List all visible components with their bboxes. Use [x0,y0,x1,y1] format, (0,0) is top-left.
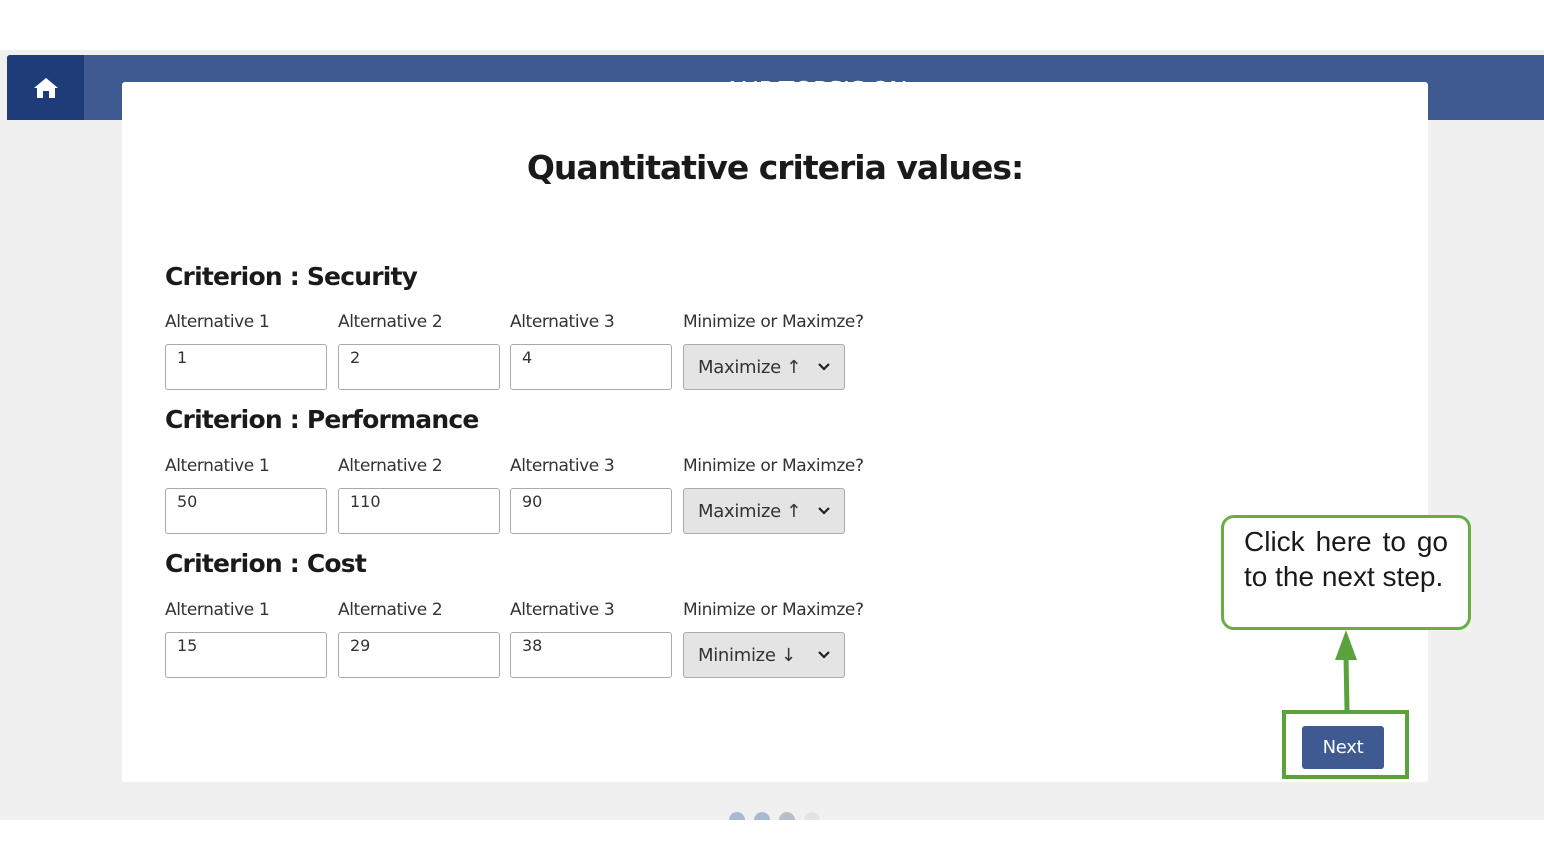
direction-select[interactable]: Minimize ↓ [683,632,845,678]
direction-label: Minimize or Maximze? [683,312,864,332]
criterion-title: Criterion : Performance [165,405,479,434]
alternative-1-field: Alternative 1 15 [165,599,327,678]
criterion-cost: Criterion : Cost Alternative 1 15 Altern… [165,549,885,678]
alternative-3-input[interactable]: 4 [510,344,672,390]
alternative-1-input[interactable]: 15 [165,632,327,678]
callout-annotation: Click here to go to the next step. [1221,515,1471,630]
criterion-security: Criterion : Security Alternative 1 1 Alt… [165,262,885,390]
alternative-3-input[interactable]: 90 [510,488,672,534]
alternative-1-input[interactable]: 50 [165,488,327,534]
direction-label: Minimize or Maximze? [683,600,864,620]
alternative-1-field: Alternative 1 1 [165,311,327,390]
chevron-down-icon [818,363,830,371]
page-bottom [0,820,1544,867]
alternative-2-label: Alternative 2 [338,456,443,476]
direction-select[interactable]: Maximize ↑ [683,344,845,390]
content-panel: Quantitative criteria values: Criterion … [122,82,1428,782]
alternative-1-label: Alternative 1 [165,456,270,476]
direction-field: Minimize or Maximze? Minimize ↓ [683,599,864,678]
direction-select[interactable]: Maximize ↑ [683,488,845,534]
alternative-3-label: Alternative 3 [510,456,615,476]
alternative-1-field: Alternative 1 50 [165,455,327,534]
direction-field: Minimize or Maximze? Maximize ↑ [683,455,864,534]
alternative-2-field: Alternative 2 2 [338,311,500,390]
alternative-2-input[interactable]: 110 [338,488,500,534]
alternative-2-field: Alternative 2 110 [338,455,500,534]
direction-label: Minimize or Maximze? [683,456,864,476]
criterion-title: Criterion : Security [165,262,418,291]
next-button[interactable]: Next [1302,726,1384,769]
annotation-arrow [1335,630,1357,711]
direction-field: Minimize or Maximze? Maximize ↑ [683,311,864,390]
criterion-performance: Criterion : Performance Alternative 1 50… [165,405,885,534]
alternative-1-label: Alternative 1 [165,312,270,332]
alternative-3-field: Alternative 3 90 [510,455,672,534]
alternative-2-label: Alternative 2 [338,312,443,332]
alternative-1-label: Alternative 1 [165,600,270,620]
page-heading: Quantitative criteria values: [526,148,1024,187]
criterion-title: Criterion : Cost [165,549,367,578]
alternative-3-label: Alternative 3 [510,600,615,620]
alternative-3-field: Alternative 3 38 [510,599,672,678]
alternative-2-field: Alternative 2 29 [338,599,500,678]
chevron-down-icon [818,507,830,515]
alternative-3-input[interactable]: 38 [510,632,672,678]
direction-select-value: Minimize ↓ [698,644,796,666]
alternative-2-input[interactable]: 29 [338,632,500,678]
direction-select-value: Maximize ↑ [698,500,802,522]
alternative-2-label: Alternative 2 [338,600,443,620]
alternative-3-field: Alternative 3 4 [510,311,672,390]
alternative-2-input[interactable]: 2 [338,344,500,390]
chevron-down-icon [818,651,830,659]
alternative-3-label: Alternative 3 [510,312,615,332]
direction-select-value: Maximize ↑ [698,356,802,378]
alternative-1-input[interactable]: 1 [165,344,327,390]
